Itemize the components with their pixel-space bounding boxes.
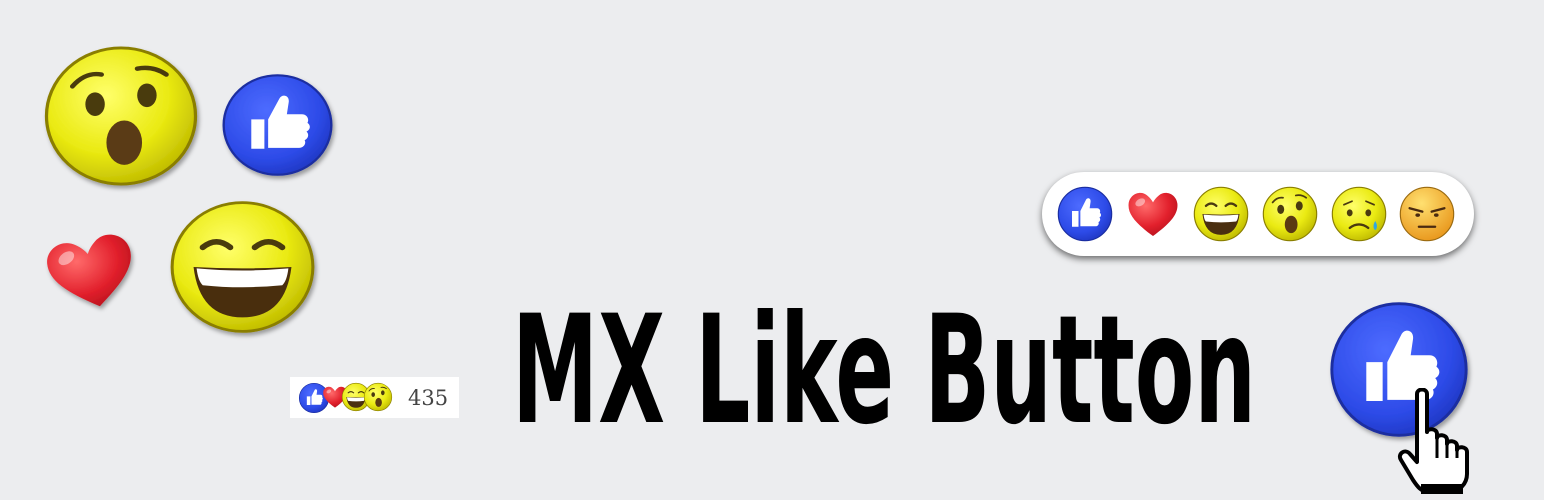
heart-icon	[42, 226, 142, 318]
reaction-haha-icon[interactable]	[1192, 185, 1250, 243]
hand-cursor-icon	[1395, 388, 1479, 496]
reaction-wow-icon[interactable]	[1261, 185, 1319, 243]
page-title-graphic: MX Like Button	[512, 300, 1256, 450]
page-title: MX Like Button	[512, 300, 1256, 450]
reaction-angry-icon[interactable]	[1398, 185, 1456, 243]
reaction-sad-icon[interactable]	[1330, 185, 1388, 243]
reaction-love-icon[interactable]	[1124, 185, 1182, 243]
haha-emoji-icon	[166, 197, 319, 337]
reaction-count: 435	[408, 386, 449, 410]
wow-emoji-icon	[40, 42, 202, 190]
reaction-like-icon[interactable]	[1056, 185, 1114, 243]
reaction-bar	[1042, 172, 1474, 256]
like-thumb-icon	[219, 71, 336, 179]
reaction-counter[interactable]: 435	[290, 377, 459, 418]
wow-mini-icon	[363, 382, 393, 412]
